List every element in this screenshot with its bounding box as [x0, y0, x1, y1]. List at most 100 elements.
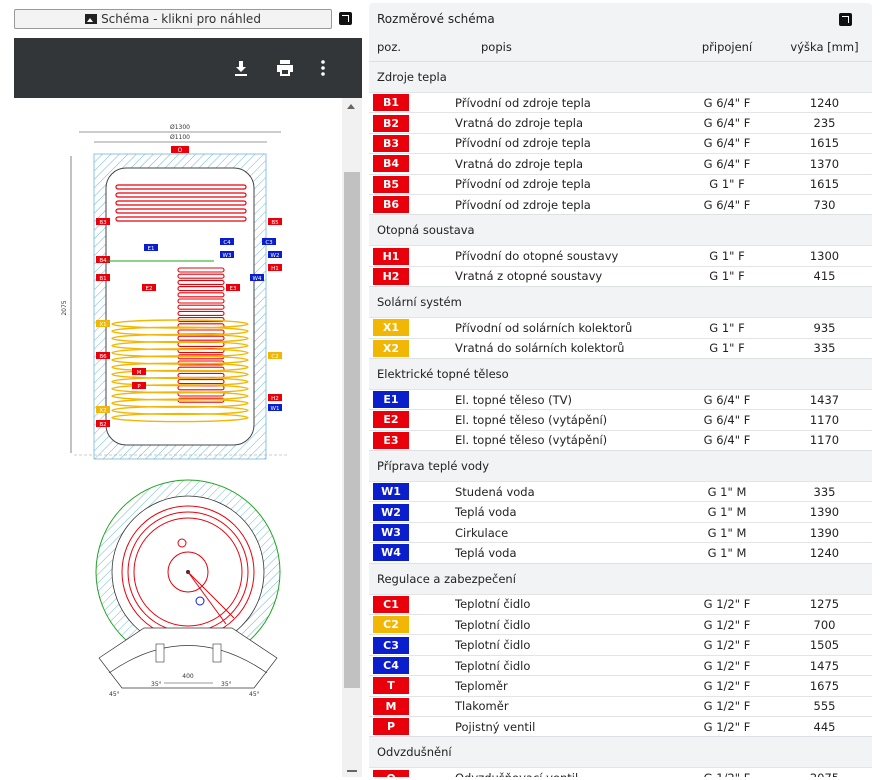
- tag-b2: B2: [99, 422, 106, 428]
- group-header: Zdroje tepla: [369, 61, 872, 93]
- table-row: B3 Přívodní od zdroje tepla G 6/4" F 1615: [369, 132, 872, 154]
- col-height: výška [mm]: [790, 39, 859, 54]
- download-icon[interactable]: [233, 60, 249, 76]
- cell-height: 1475: [777, 654, 872, 676]
- cell-connection: G 1/2" F: [677, 634, 777, 656]
- table-row: C2 Teplotní čidlo G 1/2" F 700: [369, 614, 872, 635]
- pdf-viewer[interactable]: Ø1300 Ø1100 2075 B3 E1 B4 B1 E2 X1 B6 M P X2 B2: [14, 98, 362, 777]
- scroll-up-arrow-icon[interactable]: [347, 104, 355, 109]
- position-code-badge: X2: [373, 339, 409, 357]
- position-code-badge: P: [373, 718, 409, 736]
- print-icon[interactable]: [276, 60, 294, 76]
- tag-x1: X1: [99, 322, 106, 328]
- group-name: Odvzdušnění: [369, 736, 872, 768]
- cell-connection: G 6/4" F: [677, 193, 777, 215]
- cell-description: El. topné těleso (vytápění): [433, 429, 677, 451]
- cell-pos: X2: [369, 337, 433, 359]
- tag-b6: B6: [99, 354, 107, 360]
- position-code-badge: C3: [373, 636, 409, 654]
- height-dim: 2075: [61, 300, 68, 315]
- table-header: poz. popis připojení výška [mm]: [369, 32, 872, 62]
- group-name: Příprava teplé vody: [369, 450, 872, 482]
- cell-pos: X1: [369, 317, 433, 339]
- position-code-badge: W4: [373, 544, 409, 562]
- group-header: Příprava teplé vody: [369, 450, 872, 482]
- cell-description: Vratná do zdroje tepla: [433, 153, 677, 175]
- tag-m: M: [137, 370, 142, 376]
- cell-height: 555: [777, 695, 872, 717]
- dim-outer: Ø1300: [170, 124, 190, 131]
- tag-w1: W1: [271, 406, 280, 412]
- table-row: E1 El. topné těleso (TV) G 6/4" F 1437: [369, 388, 872, 410]
- cell-connection: G 6/4" F: [677, 112, 777, 134]
- cell-height: 1615: [777, 132, 872, 154]
- cell-height: 1615: [777, 173, 872, 195]
- cell-pos: E2: [369, 409, 433, 431]
- position-code-badge: C4: [373, 657, 409, 674]
- cell-connection: G 6/4" F: [677, 409, 777, 431]
- cell-description: Přívodní do otopné soustavy: [433, 245, 677, 267]
- cell-connection: G 6/4" F: [677, 153, 777, 175]
- cell-description: Přívodní od zdroje tepla: [433, 173, 677, 195]
- cell-height: 335: [777, 481, 872, 502]
- cell-height: 1390: [777, 501, 872, 523]
- group-header: Elektrické topné těleso: [369, 357, 872, 390]
- table-row: X2 Vratná do solárních kolektorů G 1" F 335: [369, 337, 872, 359]
- cell-pos: E3: [369, 429, 433, 451]
- cell-description: Teplá voda: [433, 542, 677, 564]
- position-code-badge: C1: [373, 595, 409, 613]
- schema-preview-label: Schéma - klikni pro náhled: [101, 12, 261, 26]
- position-code-badge: X1: [373, 319, 409, 337]
- more-vert-icon[interactable]: [320, 60, 326, 76]
- table-row: E3 El. topné těleso (vytápění) G 6/4" F 117…: [369, 429, 872, 451]
- position-code-badge: E3: [373, 431, 409, 449]
- dim-inner: Ø1100: [170, 134, 190, 141]
- position-code-badge: M: [373, 697, 409, 715]
- tag-o: O: [178, 147, 183, 154]
- group-header: Regulace a zabezpečení: [369, 562, 872, 595]
- tag-b4: B4: [99, 258, 107, 264]
- cell-height: 1170: [777, 409, 872, 431]
- group-name: Otopná soustava: [369, 214, 872, 246]
- table-row: B2 Vratná do zdroje tepla G 6/4" F 235: [369, 112, 872, 134]
- position-code-badge: E2: [373, 411, 409, 429]
- position-code-badge: H1: [373, 247, 409, 265]
- cell-pos: H1: [369, 245, 433, 267]
- cell-description: Teplotní čidlo: [433, 634, 677, 656]
- cell-height: 730: [777, 193, 872, 215]
- angle-4: 45°: [249, 691, 260, 698]
- table-row: P Pojistný ventil G 1/2" F 445: [369, 715, 872, 737]
- table-row: T Teploměr G 1/2" F 1675: [369, 675, 872, 697]
- scroll-down-arrow-icon[interactable]: [347, 770, 357, 772]
- angle-3: 45°: [109, 691, 120, 698]
- open-external-icon[interactable]: [339, 12, 352, 25]
- cell-description: Teplá voda: [433, 501, 677, 523]
- cell-description: Přívodní od zdroje tepla: [433, 193, 677, 215]
- position-code-badge: E1: [373, 391, 409, 409]
- table-row: C3 Teplotní čidlo G 1/2" F 1505: [369, 634, 872, 656]
- cell-height: 1170: [777, 429, 872, 451]
- cell-height: 1505: [777, 634, 872, 656]
- cell-pos: B3: [369, 132, 433, 154]
- table-row: E2 El. topné těleso (vytápění) G 6/4" F 117…: [369, 409, 872, 431]
- cell-pos: C2: [369, 614, 433, 635]
- cell-height: 445: [777, 715, 872, 737]
- cell-pos: H2: [369, 265, 433, 287]
- position-code-badge: C2: [373, 616, 409, 634]
- cell-pos: C1: [369, 593, 433, 615]
- cell-pos: W4: [369, 542, 433, 564]
- open-external-icon[interactable]: [839, 13, 852, 26]
- cell-height: 1390: [777, 521, 872, 543]
- position-code-badge: T: [373, 677, 409, 695]
- cell-connection: G 1/2" F: [677, 767, 777, 777]
- cell-connection: G 1" M: [677, 481, 777, 502]
- angle-1: 35°: [151, 681, 162, 688]
- cell-connection: G 6/4" F: [677, 91, 777, 113]
- tag-b5: B5: [271, 220, 279, 226]
- scrollbar-thumb[interactable]: [344, 172, 360, 688]
- position-code-badge: B4: [373, 155, 409, 173]
- group-name: Solární systém: [369, 286, 872, 318]
- cell-description: Vratná do zdroje tepla: [433, 112, 677, 134]
- schema-preview-button[interactable]: Schéma - klikni pro náhled: [14, 9, 332, 29]
- cell-connection: G 1/2" F: [677, 715, 777, 737]
